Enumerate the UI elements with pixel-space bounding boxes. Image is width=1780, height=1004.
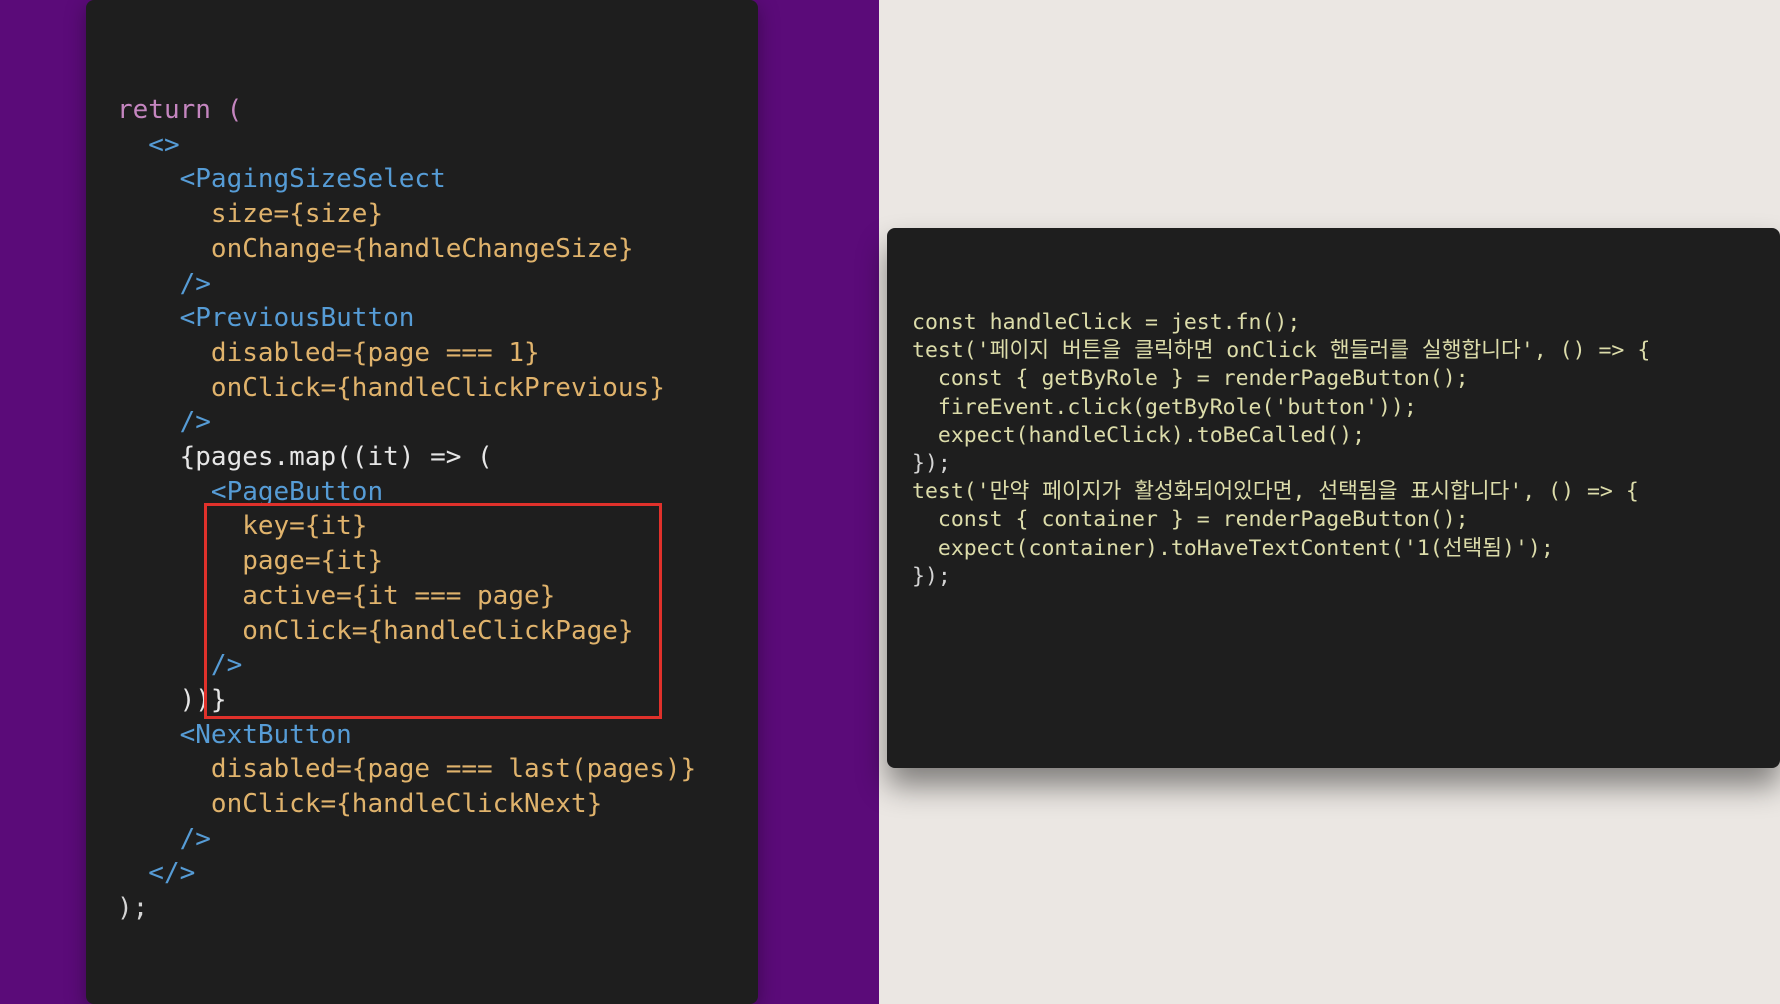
code-line: test('만약 페이지가 활성화되어있다면, 선택됨을 표시합니다', () … — [912, 479, 1639, 505]
code-line: <PagingSizeSelect — [117, 164, 446, 195]
test-code-block: const handleClick = jest.fn(); test('페이지 … — [912, 309, 1650, 591]
code-line: disabled={page === last(pages)} — [117, 754, 697, 785]
code-line: const { container } = renderPageButton()… — [912, 507, 1469, 533]
code-line: /> — [117, 407, 211, 438]
code-line: const { getByRole } = renderPageButton()… — [912, 366, 1469, 392]
code-line: /> — [117, 268, 211, 299]
code-line: }); — [912, 451, 951, 477]
code-line: /> — [117, 823, 211, 854]
code-line: onClick={handleClickPrevious} — [117, 372, 665, 403]
code-line: fireEvent.click(getByRole('button')); — [912, 394, 1417, 420]
code-line: return ( — [117, 95, 243, 125]
code-line: {pages.map((it) => ( — [117, 442, 493, 473]
code-line: </> — [117, 858, 196, 889]
code-line: <PreviousButton — [117, 303, 415, 334]
code-line: ); — [117, 893, 149, 924]
code-line: const handleClick = jest.fn(); — [912, 310, 1301, 335]
code-line: }); — [912, 563, 951, 589]
code-line: onChange={handleChangeSize} — [117, 233, 634, 264]
code-line: onClick={handleClickNext} — [117, 789, 603, 820]
code-line: <> — [117, 129, 180, 160]
code-line: test('페이지 버튼을 클릭하면 onClick 핸들러를 실행합니다', … — [912, 338, 1651, 364]
code-line: expect(handleClick).toBeCalled(); — [912, 422, 1366, 448]
code-line: <NextButton — [117, 719, 352, 750]
code-line: size={size} — [117, 199, 384, 230]
page-button-highlight-box — [204, 503, 662, 719]
code-line: disabled={page === 1} — [117, 337, 540, 368]
code-line: expect(container).toHaveTextContent('1(선… — [912, 535, 1554, 561]
